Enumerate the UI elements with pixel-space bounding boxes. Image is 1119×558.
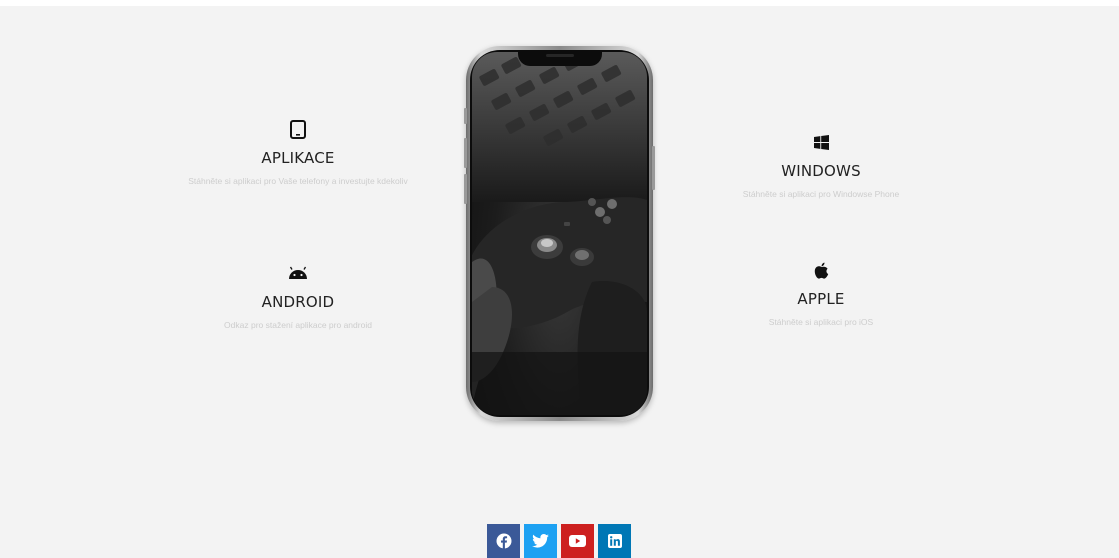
phone-side-button [464, 108, 467, 124]
tablet-icon [188, 118, 408, 140]
twitter-button[interactable] [524, 524, 557, 558]
feature-description: Stáhněte si aplikaci pro Windowse Phone [742, 189, 900, 199]
linkedin-button[interactable] [598, 524, 631, 558]
apple-icon [711, 259, 931, 281]
phone-screen [472, 52, 647, 415]
phone-side-button [464, 174, 467, 204]
windows-icon [711, 131, 931, 153]
youtube-icon [569, 535, 586, 547]
phone-side-button [464, 138, 467, 168]
linkedin-icon [607, 534, 622, 548]
youtube-button[interactable] [561, 524, 594, 558]
phone-side-button [652, 146, 655, 190]
feature-apple[interactable]: APPLE Stáhněte si aplikaci pro iOS [711, 259, 931, 330]
social-links [487, 524, 631, 558]
android-icon [188, 262, 408, 284]
phone-mockup [464, 46, 655, 421]
facebook-button[interactable] [487, 524, 520, 558]
feature-description: Odkaz pro stažení aplikace pro android [224, 320, 372, 330]
phone-notch [517, 50, 602, 66]
facebook-icon [496, 533, 511, 549]
feature-aplikace[interactable]: APLIKACE Stáhněte si aplikaci pro Vaše t… [188, 118, 408, 189]
feature-description: Stáhněte si aplikaci pro Vaše telefony a… [188, 176, 408, 186]
feature-title: WINDOWS [781, 162, 861, 180]
feature-title: APPLE [797, 290, 845, 308]
twitter-icon [532, 534, 549, 548]
feature-title: ANDROID [261, 293, 335, 311]
apps-section: APLIKACE Stáhněte si aplikaci pro Vaše t… [0, 6, 1119, 558]
feature-title: APLIKACE [261, 149, 335, 167]
game-controller-photo [472, 52, 647, 415]
feature-windows[interactable]: WINDOWS Stáhněte si aplikaci pro Windows… [711, 131, 931, 202]
feature-android[interactable]: ANDROID Odkaz pro stažení aplikace pro a… [188, 262, 408, 333]
feature-description: Stáhněte si aplikaci pro iOS [768, 317, 874, 327]
phone-speaker [545, 54, 574, 57]
